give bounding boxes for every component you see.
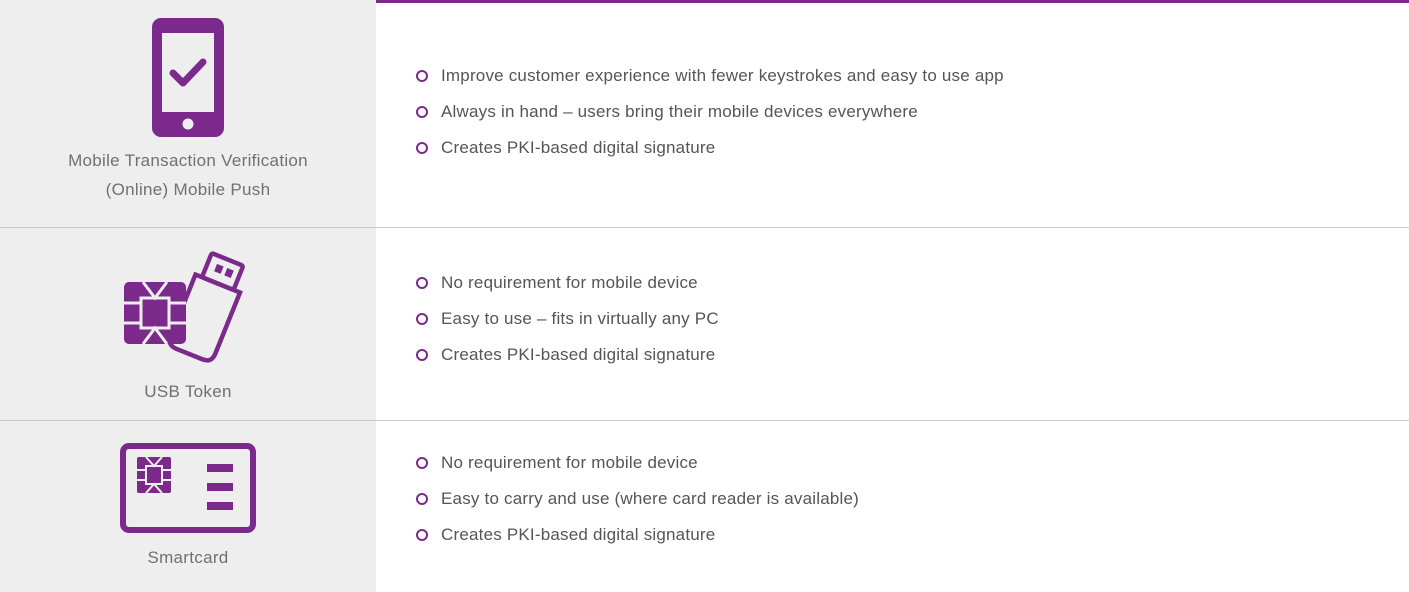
table-row-mobile: Mobile Transaction Verification (Online)… bbox=[0, 0, 1409, 227]
bullet-text: No requirement for mobile device bbox=[441, 273, 698, 292]
bullet-circle-icon bbox=[416, 277, 428, 289]
method-label-mobile: Mobile Transaction Verification (Online)… bbox=[0, 146, 376, 204]
table-row-usb-token: USB Token No requirement for mobile devi… bbox=[0, 228, 1409, 420]
table-row-smartcard: Smartcard No requirement for mobile devi… bbox=[0, 421, 1409, 592]
method-label-line: (Online) Mobile Push bbox=[105, 180, 271, 199]
smartcard-icon bbox=[0, 443, 376, 533]
bullet-text: Improve customer experience with fewer k… bbox=[441, 66, 1004, 85]
benefits-cell-smartcard: No requirement for mobile device Easy to… bbox=[376, 421, 1409, 592]
authentication-methods-table: Mobile Transaction Verification (Online)… bbox=[0, 0, 1409, 592]
benefits-list-mobile: Improve customer experience with fewer k… bbox=[416, 58, 1004, 166]
benefits-cell-mobile: Improve customer experience with fewer k… bbox=[376, 0, 1409, 227]
list-item: No requirement for mobile device bbox=[416, 445, 859, 481]
list-item: Easy to use – fits in virtually any PC bbox=[416, 301, 719, 337]
method-label-smartcard: Smartcard bbox=[0, 543, 376, 572]
usb-token-chip-icon bbox=[0, 248, 376, 373]
method-label-line: Mobile Transaction Verification bbox=[68, 151, 308, 170]
mobile-phone-check-icon bbox=[0, 18, 376, 137]
bullet-text: Easy to use – fits in virtually any PC bbox=[441, 309, 719, 328]
benefits-list-usb-token: No requirement for mobile device Easy to… bbox=[416, 265, 719, 373]
bullet-circle-icon bbox=[416, 529, 428, 541]
bullet-circle-icon bbox=[416, 313, 428, 325]
list-item: Improve customer experience with fewer k… bbox=[416, 58, 1004, 94]
list-item: Always in hand – users bring their mobil… bbox=[416, 94, 1004, 130]
bullet-text: Easy to carry and use (where card reader… bbox=[441, 489, 860, 508]
method-label-usb-token: USB Token bbox=[0, 377, 376, 406]
method-cell-smartcard: Smartcard bbox=[0, 421, 376, 592]
list-item: Creates PKI-based digital signature bbox=[416, 130, 1004, 166]
benefits-cell-usb-token: No requirement for mobile device Easy to… bbox=[376, 228, 1409, 420]
bullet-circle-icon bbox=[416, 142, 428, 154]
list-item: Easy to carry and use (where card reader… bbox=[416, 481, 859, 517]
method-cell-mobile: Mobile Transaction Verification (Online)… bbox=[0, 0, 376, 227]
bullet-circle-icon bbox=[416, 457, 428, 469]
list-item: No requirement for mobile device bbox=[416, 265, 719, 301]
bullet-circle-icon bbox=[416, 106, 428, 118]
bullet-text: Creates PKI-based digital signature bbox=[441, 345, 716, 364]
bullet-text: No requirement for mobile device bbox=[441, 453, 698, 472]
method-label-line: USB Token bbox=[144, 382, 232, 401]
bullet-circle-icon bbox=[416, 349, 428, 361]
bullet-text: Always in hand – users bring their mobil… bbox=[441, 102, 918, 121]
method-label-line: Smartcard bbox=[147, 548, 229, 567]
list-item: Creates PKI-based digital signature bbox=[416, 337, 719, 373]
benefits-list-smartcard: No requirement for mobile device Easy to… bbox=[416, 445, 859, 553]
list-item: Creates PKI-based digital signature bbox=[416, 517, 859, 553]
bullet-text: Creates PKI-based digital signature bbox=[441, 525, 716, 544]
method-cell-usb-token: USB Token bbox=[0, 228, 376, 420]
bullet-text: Creates PKI-based digital signature bbox=[441, 138, 716, 157]
bullet-circle-icon bbox=[416, 493, 428, 505]
bullet-circle-icon bbox=[416, 70, 428, 82]
